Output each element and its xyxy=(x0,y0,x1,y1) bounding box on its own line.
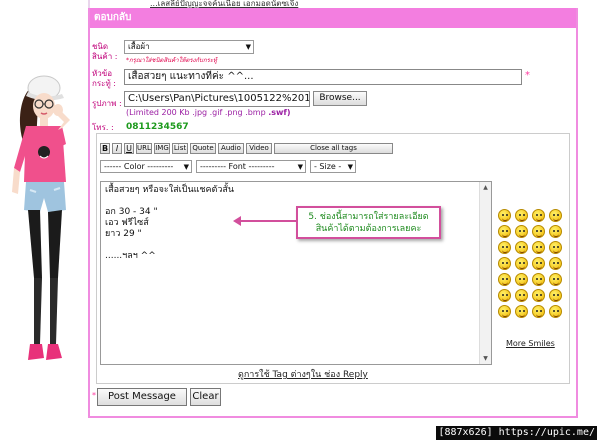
smiley-emoticon-icon[interactable] xyxy=(515,209,528,222)
color-select[interactable]: ------ Color --------- ▼ xyxy=(100,160,192,173)
smiley-emoticon-icon[interactable] xyxy=(532,273,545,286)
photo-limit-text: (Limited 200 Kb .jpg .gif .png .bmp .swf… xyxy=(126,108,291,117)
chevron-down-icon: ▼ xyxy=(297,163,303,171)
limit-text: (Limited 200 Kb .jpg .gif .png .bmp xyxy=(126,108,266,117)
smiley-emoticon-icon[interactable] xyxy=(515,305,528,318)
pink-arrow xyxy=(237,220,297,222)
panel-title: ตอบกลับ xyxy=(90,8,576,28)
smiley-emoticon-icon[interactable] xyxy=(498,273,511,286)
smiley-emoticon-icon[interactable] xyxy=(532,305,545,318)
smiley-emoticon-icon[interactable] xyxy=(498,257,511,270)
quote-button[interactable]: Quote xyxy=(190,143,216,154)
italic-button[interactable]: I xyxy=(112,143,122,154)
smiley-emoticon-icon[interactable] xyxy=(532,241,545,254)
subject-input[interactable]: เสื้อสวยๆ แนะทางที่ค่ะ ^^... xyxy=(124,69,522,85)
more-smiles-link[interactable]: More Smiles xyxy=(506,339,555,348)
smiley-emoticon-icon[interactable] xyxy=(515,225,528,238)
video-button[interactable]: Video xyxy=(246,143,272,154)
smiley-emoticon-icon[interactable] xyxy=(549,241,562,254)
required-marker: * xyxy=(525,70,530,81)
clear-button[interactable]: Clear xyxy=(190,388,221,406)
scroll-down-icon[interactable]: ▼ xyxy=(480,353,491,364)
textarea-scrollbar[interactable]: ▲ ▼ xyxy=(479,182,491,364)
photo-label: รูปภาพ : xyxy=(92,99,122,108)
smiley-emoticon-icon[interactable] xyxy=(549,273,562,286)
smiley-emoticon-icon[interactable] xyxy=(498,289,511,302)
smiley-emoticon-icon[interactable] xyxy=(532,225,545,238)
type-label-2: สินค้า : xyxy=(92,52,118,61)
smiley-emoticon-icon[interactable] xyxy=(549,225,562,238)
smiley-emoticon-icon[interactable] xyxy=(498,209,511,222)
type-note: *กรุณาใส่ชนิดสินค้าให้ตรงกับกระทู้ xyxy=(126,57,218,64)
size-select[interactable]: - Size - ▼ xyxy=(310,160,356,173)
smiley-emoticon-icon[interactable] xyxy=(532,209,545,222)
product-type-value: เสื้อผ้า xyxy=(128,42,150,51)
smiley-emoticon-icon[interactable] xyxy=(498,305,511,318)
font-select[interactable]: --------- Font --------- ▼ xyxy=(196,160,306,173)
message-line: เสื้อสวยๆ หรือจะใส่เป็นแชคตัวสั้น xyxy=(105,185,235,195)
tag-help-link[interactable]: ดูการใช้ Tag ต่างๆใน ช่อง Reply xyxy=(238,367,368,381)
img-button[interactable]: IMG xyxy=(154,143,170,154)
list-button[interactable]: List xyxy=(172,143,188,154)
pink-arrowhead xyxy=(233,216,241,226)
post-marker: * xyxy=(92,391,96,400)
smiley-emoticon-icon[interactable] xyxy=(549,305,562,318)
smiley-emoticon-icon[interactable] xyxy=(498,225,511,238)
bold-button[interactable]: B xyxy=(100,143,110,154)
smiley-emoticon-icon[interactable] xyxy=(515,257,528,270)
phone-value: 0811234567 xyxy=(126,122,189,132)
message-line xyxy=(105,240,487,251)
type-label-1: ชนิด xyxy=(92,42,109,51)
smiley-emoticon-icon[interactable] xyxy=(515,289,528,302)
url-button[interactable]: URL xyxy=(136,143,152,154)
smiley-emoticon-icon[interactable] xyxy=(515,241,528,254)
subject-label-1: หัวข้อ xyxy=(92,69,113,78)
smiley-grid xyxy=(498,209,564,334)
subject-label-2: กระทู้ : xyxy=(92,79,116,88)
smiley-emoticon-icon[interactable] xyxy=(549,209,562,222)
smiley-emoticon-icon[interactable] xyxy=(515,273,528,286)
post-message-button[interactable]: Post Message xyxy=(97,388,187,406)
smiley-emoticon-icon[interactable] xyxy=(532,289,545,302)
chevron-down-icon: ▼ xyxy=(245,43,251,51)
watermark: [887x626] https://upic.me/ xyxy=(436,426,597,440)
color-select-value: ------ Color --------- xyxy=(104,162,174,171)
smiley-emoticon-icon[interactable] xyxy=(532,257,545,270)
chevron-down-icon: ▼ xyxy=(347,163,353,171)
close-all-tags-button[interactable]: Close all tags xyxy=(274,143,393,154)
product-type-select[interactable]: เสื้อผ้า ▼ xyxy=(124,40,254,54)
size-select-value: - Size - xyxy=(314,162,342,171)
smiley-emoticon-icon[interactable] xyxy=(498,241,511,254)
phone-label: โทร. : xyxy=(92,123,114,132)
message-line: ......ฯลฯ ^^ xyxy=(105,251,156,261)
underline-button[interactable]: U xyxy=(124,143,134,154)
callout-line-2: สินค้าได้ตามต้องการเลยคะ xyxy=(315,224,422,234)
chevron-down-icon: ▼ xyxy=(183,163,189,171)
smiley-emoticon-icon[interactable] xyxy=(549,257,562,270)
browse-button[interactable]: Browse... xyxy=(313,91,367,106)
callout-line-1: 5. ช่องนี้สามารถใส่รายละเอียด xyxy=(308,212,429,222)
instruction-callout: 5. ช่องนี้สามารถใส่รายละเอียด สินค้าได้ต… xyxy=(296,206,441,239)
smiley-emoticon-icon[interactable] xyxy=(549,289,562,302)
font-select-value: --------- Font --------- xyxy=(200,162,275,171)
limit-swf: .swf) xyxy=(268,108,291,117)
audio-button[interactable]: Audio xyxy=(218,143,244,154)
scroll-up-icon[interactable]: ▲ xyxy=(480,182,491,193)
fashion-girl-illustration xyxy=(12,75,70,360)
photo-path-input[interactable]: C:\Users\Pan\Pictures\1005122%2011-4- xyxy=(124,91,310,107)
